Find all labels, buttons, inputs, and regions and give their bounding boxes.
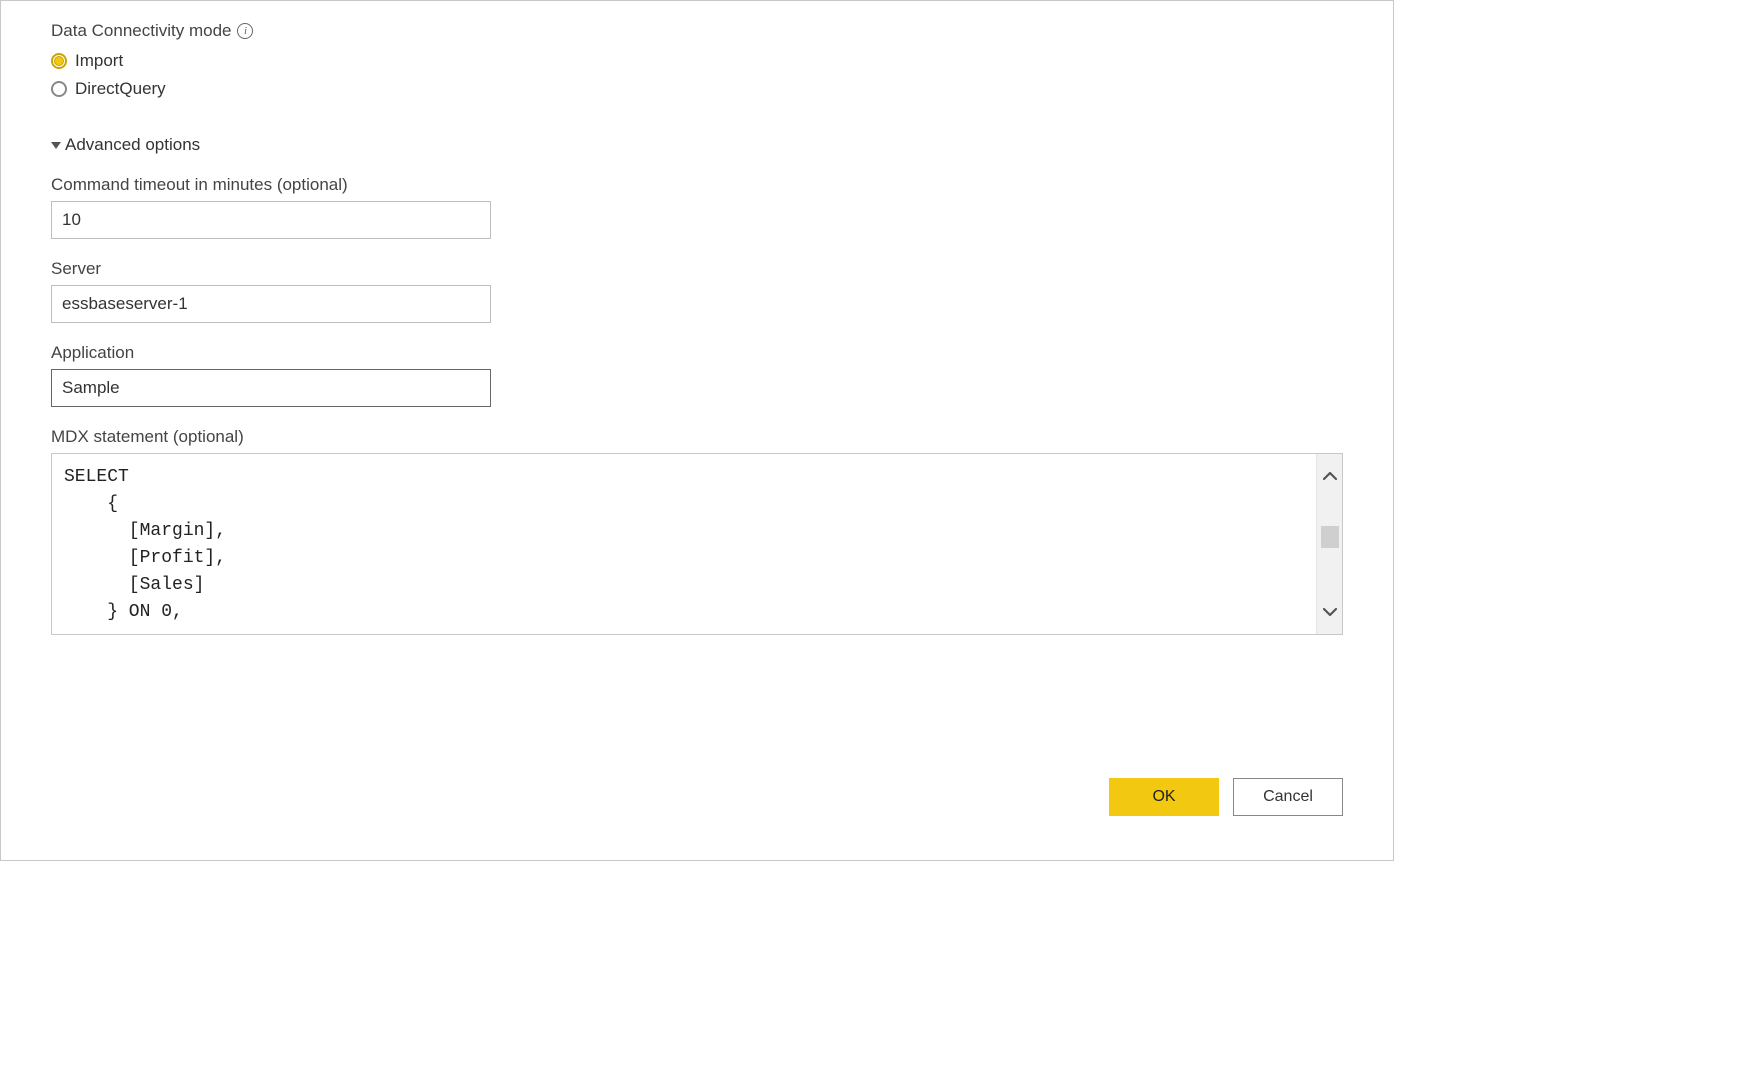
mdx-label: MDX statement (optional) (51, 427, 1343, 447)
radio-import-indicator (51, 53, 67, 69)
radio-import[interactable]: Import (51, 51, 1343, 71)
connectivity-mode-text: Data Connectivity mode (51, 21, 231, 41)
radio-directquery-label: DirectQuery (75, 79, 166, 99)
ok-button[interactable]: OK (1109, 778, 1219, 816)
dialog-buttons: OK Cancel (1109, 778, 1343, 816)
timeout-input[interactable] (51, 201, 491, 239)
scroll-up-icon[interactable] (1317, 454, 1343, 498)
info-icon[interactable]: i (237, 23, 253, 39)
triangle-down-icon (51, 142, 61, 149)
advanced-options-label: Advanced options (65, 135, 200, 155)
timeout-label: Command timeout in minutes (optional) (51, 175, 1343, 195)
radio-import-label: Import (75, 51, 123, 71)
connectivity-radio-group: Import DirectQuery (51, 51, 1343, 107)
radio-directquery[interactable]: DirectQuery (51, 79, 1343, 99)
scroll-down-icon[interactable] (1317, 590, 1343, 634)
connection-dialog: Data Connectivity mode i Import DirectQu… (0, 0, 1394, 861)
mdx-textarea[interactable] (52, 454, 1314, 634)
scroll-thumb[interactable] (1321, 526, 1339, 548)
server-label: Server (51, 259, 1343, 279)
scrollbar[interactable] (1316, 454, 1342, 634)
radio-directquery-indicator (51, 81, 67, 97)
connectivity-mode-label: Data Connectivity mode i (51, 21, 1343, 41)
cancel-button[interactable]: Cancel (1233, 778, 1343, 816)
application-label: Application (51, 343, 1343, 363)
mdx-textarea-container (51, 453, 1343, 635)
application-input[interactable] (51, 369, 491, 407)
server-input[interactable] (51, 285, 491, 323)
advanced-options-toggle[interactable]: Advanced options (51, 135, 1343, 155)
